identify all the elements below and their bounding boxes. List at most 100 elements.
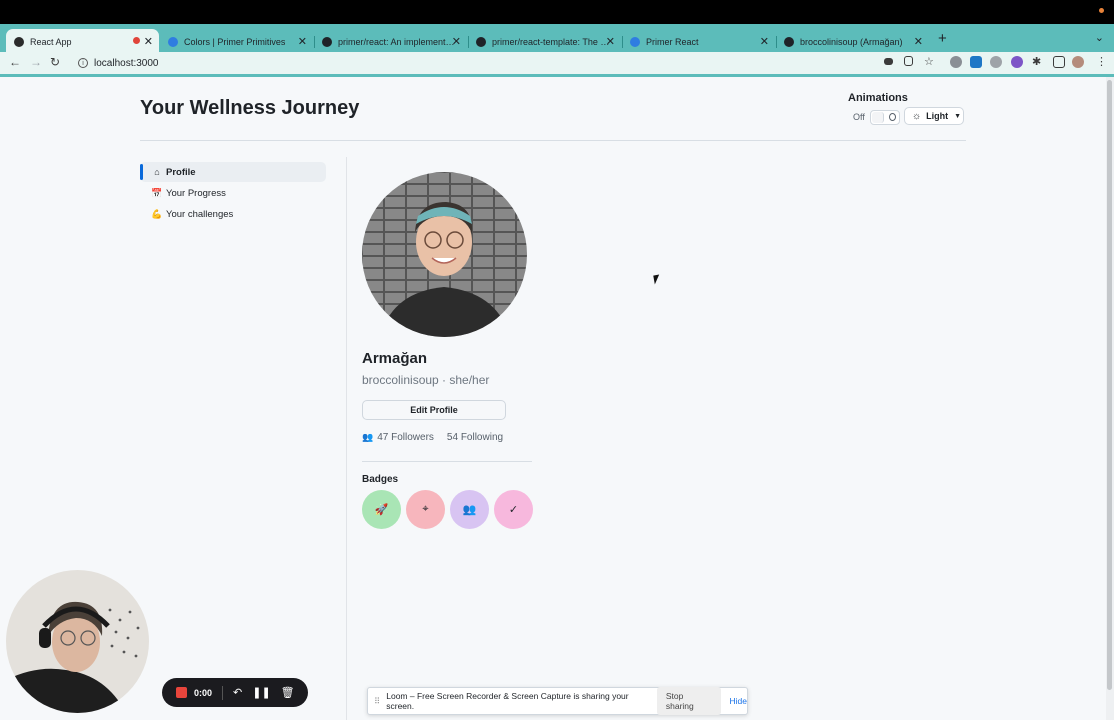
sidebar-item-label: Profile [166, 166, 196, 178]
header-divider [140, 140, 966, 141]
tab-search-chevron-icon[interactable]: ⌄ [1095, 31, 1104, 44]
address-bar[interactable]: i localhost:3000 [72, 54, 942, 72]
sidebar-item-your-progress[interactable]: 📅 Your Progress [140, 183, 326, 203]
react-favicon-icon [14, 36, 24, 47]
camera-icon[interactable] [884, 58, 893, 65]
people-icon: 👥 [462, 504, 477, 516]
primer-favicon-icon [168, 36, 178, 47]
close-icon[interactable]: ✕ [452, 35, 461, 48]
side-navigation: ⌂ Profile 📅 Your Progress 💪 Your challen… [140, 162, 326, 225]
tab-title: broccolinisoup (Armağan) [800, 36, 903, 47]
sidebar-item-label: Your challenges [166, 208, 234, 220]
animations-label: Animations [848, 92, 908, 104]
tab-github-profile[interactable]: broccolinisoup (Armağan) ✕ [776, 29, 929, 54]
stop-sharing-button[interactable]: Stop sharing [656, 687, 721, 715]
recording-controls: 0:00 ↶ ❚❚ 🗑 [162, 678, 308, 707]
edit-profile-button[interactable]: Edit Profile [362, 400, 506, 420]
profile-avatar-icon[interactable] [1072, 56, 1084, 68]
badge-check[interactable]: ✓ [494, 490, 533, 529]
check-icon: ✓ [508, 504, 519, 516]
theme-dropdown-button[interactable]: ☼ Light ▼ [904, 107, 964, 125]
badge-rocket[interactable]: 🚀 [362, 490, 401, 529]
url-text: localhost:3000 [94, 57, 159, 69]
follow-stats: 👥 47 Followers 54 Following [362, 432, 503, 443]
pause-icon[interactable]: ❚❚ [252, 686, 270, 699]
github-favicon-icon [476, 36, 486, 47]
back-arrow-icon[interactable]: ← [9, 55, 21, 69]
controls-separator [222, 685, 224, 700]
profile-handle: broccolinisoup · she/her [362, 373, 490, 387]
profile-name: Armağan [362, 350, 428, 367]
followers-link[interactable]: 47 Followers [377, 432, 434, 443]
mouse-cursor [653, 274, 661, 285]
close-icon[interactable]: ✕ [914, 35, 923, 48]
trash-icon[interactable]: 🗑 [281, 686, 295, 699]
sun-icon: ☼ [912, 110, 922, 122]
profile-avatar [362, 172, 527, 337]
tab-title: Primer React [646, 36, 699, 47]
calendar-icon: 📅 [151, 187, 163, 198]
primer-favicon-icon [630, 36, 640, 47]
reload-icon[interactable]: ↻ [50, 55, 60, 69]
tab-title: primer/react: An implementation [338, 36, 456, 47]
people-icon: 👥 [362, 432, 374, 442]
github-favicon-icon [784, 36, 794, 47]
tab-title: React App [30, 36, 72, 47]
sidebar-item-profile[interactable]: ⌂ Profile [140, 162, 326, 182]
drag-handle-icon[interactable]: ⠿ [374, 696, 380, 707]
site-info-icon[interactable]: i [78, 58, 88, 68]
share-icon[interactable] [904, 56, 913, 66]
recording-timer: 0:00 [194, 687, 213, 698]
close-icon[interactable]: ✕ [760, 35, 769, 48]
sidebar-item-your-challenges[interactable]: 💪 Your challenges [140, 204, 326, 224]
profile-divider [362, 461, 532, 462]
following-link[interactable]: 54 Following [447, 432, 503, 443]
badges-title: Badges [362, 474, 399, 485]
tab-primer-react-repo[interactable]: primer/react: An implementation ✕ [314, 29, 467, 54]
extension-blue-icon[interactable] [970, 56, 982, 68]
github-favicon-icon [322, 36, 332, 47]
close-icon[interactable]: ✕ [606, 35, 615, 48]
tab-colors-primer[interactable]: Colors | Primer Primitives ✕ [160, 29, 313, 54]
bookmark-star-icon[interactable]: ☆ [924, 55, 934, 68]
scrollbar-thumb[interactable] [1107, 80, 1112, 690]
tab-primer-react-template[interactable]: primer/react-template: The qu ✕ [468, 29, 621, 54]
close-icon[interactable]: ✕ [298, 35, 307, 48]
forward-arrow-icon[interactable]: → [30, 55, 42, 69]
content-divider [346, 157, 347, 720]
extension-purple-icon[interactable] [1011, 56, 1023, 68]
toggle-off-icon [889, 113, 896, 121]
toggle-state-label: Off [853, 112, 865, 122]
tab-react-app[interactable]: React App ✕ [6, 29, 159, 54]
badge-location[interactable]: ⌖ [406, 490, 445, 529]
toggle-knob [872, 112, 884, 123]
page-title: Your Wellness Journey [140, 97, 360, 119]
share-message: Loom – Free Screen Recorder & Screen Cap… [386, 691, 629, 711]
extension-grey-icon[interactable] [990, 56, 1002, 68]
animations-toggle[interactable] [870, 110, 900, 125]
app-page: Your Wellness Journey Animations Off ☼ L… [0, 77, 1106, 720]
restart-icon[interactable]: ↶ [233, 686, 242, 699]
sidebar-item-label: Your Progress [166, 187, 226, 199]
tab-primer-react[interactable]: Primer React ✕ [622, 29, 775, 54]
stop-recording-icon[interactable] [176, 687, 187, 698]
recording-indicator-dot [1099, 8, 1104, 13]
tab-title: Colors | Primer Primitives [184, 36, 286, 47]
webcam-bubble[interactable] [6, 570, 149, 713]
new-tab-plus-icon[interactable]: + [938, 30, 947, 47]
screen-share-notice: ⠿ Loom – Free Screen Recorder & Screen C… [367, 687, 748, 715]
badge-people[interactable]: 👥 [450, 490, 489, 529]
home-icon: ⌂ [154, 167, 160, 177]
tab-title: primer/react-template: The qu [492, 36, 610, 47]
caret-down-icon: ▼ [954, 112, 962, 120]
extensions-puzzle-icon[interactable]: ✱ [1032, 55, 1041, 68]
hide-button[interactable]: Hide [730, 696, 747, 706]
browser-menu-icon[interactable]: ⋮ [1096, 55, 1107, 68]
side-panel-icon[interactable] [1053, 56, 1065, 68]
browser-toolbar: ← → ↻ i localhost:3000 ☆ ✱ ⋮ [0, 52, 1114, 74]
recording-dot-icon [133, 37, 140, 44]
extension-globe-icon[interactable] [950, 56, 962, 68]
os-top-bar [0, 0, 1114, 24]
close-icon[interactable]: ✕ [144, 35, 153, 48]
flexed-bicep-icon: 💪 [151, 208, 163, 219]
